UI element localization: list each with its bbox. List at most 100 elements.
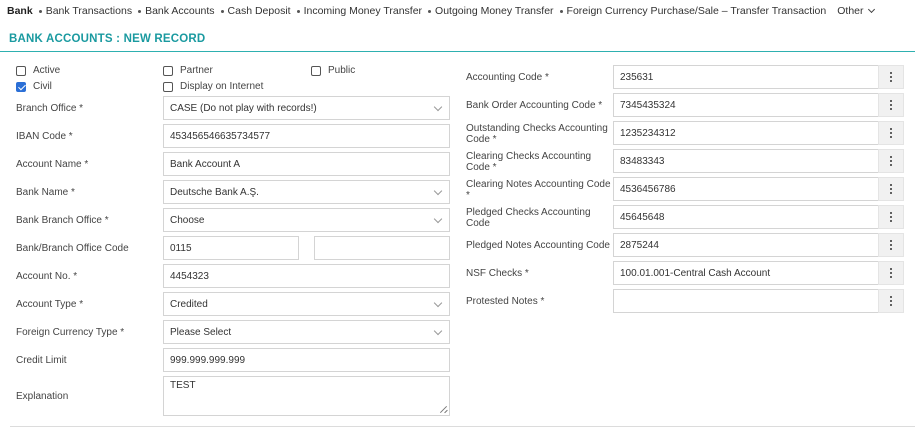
display-on-internet-checkbox[interactable]: Display on Internet <box>163 81 263 92</box>
accounting-code-more-icon[interactable] <box>878 65 904 89</box>
outstanding-checks-more-icon[interactable] <box>878 121 904 145</box>
civil-checkbox[interactable]: Civil <box>16 81 52 92</box>
partner-label: Partner <box>180 65 213 76</box>
iban-code-input[interactable]: 453456546635734577 <box>163 124 450 148</box>
nav-bank[interactable]: Bank <box>7 5 33 17</box>
accounting-code-input[interactable]: 235631 <box>613 65 879 89</box>
protested-notes-more-icon[interactable] <box>878 289 904 313</box>
nav-other-menu[interactable]: Other <box>837 5 875 17</box>
nav-cash-deposit[interactable]: Cash Deposit <box>228 5 291 17</box>
clearing-notes-value: 4536456786 <box>620 183 676 195</box>
public-label: Public <box>328 65 356 76</box>
resize-handle-icon[interactable] <box>440 406 447 413</box>
bank-branch-office-select[interactable]: Choose <box>163 208 450 232</box>
nav-separator-dot <box>38 9 42 13</box>
account-no-value: 4454323 <box>170 270 209 282</box>
iban-code-label: IBAN Code * <box>16 131 73 142</box>
account-no-input[interactable]: 4454323 <box>163 264 450 288</box>
nav-incoming-money-transfer[interactable]: Incoming Money Transfer <box>304 5 422 17</box>
bank-order-code-value: 7345435324 <box>620 99 676 111</box>
outstanding-checks-label-line2: Code * <box>466 134 497 145</box>
clearing-notes-label-line1: Clearing Notes Accounting Code <box>466 179 611 190</box>
outstanding-checks-value: 1235234312 <box>620 127 676 139</box>
bank-order-code-input[interactable]: 7345435324 <box>613 93 879 117</box>
display-on-internet-label: Display on Internet <box>180 81 264 92</box>
clearing-checks-value: 83483343 <box>620 155 665 167</box>
active-label: Active <box>33 65 61 76</box>
pledged-checks-label-line1: Pledged Checks Accounting <box>466 207 591 218</box>
top-navigation: Bank Bank Transactions Bank Accounts Cas… <box>0 0 915 22</box>
foreign-currency-type-select[interactable]: Please Select <box>163 320 450 344</box>
account-name-value: Bank Account A <box>170 158 241 170</box>
account-name-input[interactable]: Bank Account A <box>163 152 450 176</box>
account-type-value: Credited <box>170 298 208 310</box>
accounting-code-value: 235631 <box>620 71 654 83</box>
clearing-notes-more-icon[interactable] <box>878 177 904 201</box>
credit-limit-label: Credit Limit <box>16 355 67 366</box>
branch-office-code-input[interactable] <box>314 236 450 260</box>
bank-order-code-more-icon[interactable] <box>878 93 904 117</box>
account-name-label: Account Name * <box>16 159 89 170</box>
nsf-checks-more-icon[interactable] <box>878 261 904 285</box>
iban-code-value: 453456546635734577 <box>170 130 271 142</box>
checkbox-box <box>163 65 173 76</box>
foreign-currency-type-label: Foreign Currency Type * <box>16 327 125 338</box>
nsf-checks-value: 100.01.001-Central Cash Account <box>620 267 771 279</box>
bank-name-value: Deutsche Bank A.Ş. <box>170 186 259 198</box>
account-type-select[interactable]: Credited <box>163 292 450 316</box>
pledged-checks-input[interactable]: 45645648 <box>613 205 879 229</box>
nav-bank-transactions[interactable]: Bank Transactions <box>46 5 132 17</box>
accounting-code-label: Accounting Code * <box>466 72 549 83</box>
protested-notes-label: Protested Notes * <box>466 296 545 307</box>
clearing-checks-more-icon[interactable] <box>878 149 904 173</box>
bank-code-value: 0115 <box>170 242 192 254</box>
pledged-notes-value: 2875244 <box>620 239 659 251</box>
pledged-checks-more-icon[interactable] <box>878 205 904 229</box>
pledged-checks-label-line2: Code <box>466 218 490 229</box>
bank-name-label: Bank Name * <box>16 187 75 198</box>
bank-name-select[interactable]: Deutsche Bank A.Ş. <box>163 180 450 204</box>
form-footer-divider <box>10 426 915 427</box>
bank-branch-office-label: Bank Branch Office * <box>16 215 109 226</box>
partner-checkbox[interactable]: Partner <box>163 65 213 76</box>
branch-office-label: Branch Office * <box>16 103 84 114</box>
pledged-notes-label: Pledged Notes Accounting Code <box>466 240 610 251</box>
clearing-notes-label: Clearing Notes Accounting Code * <box>466 179 611 201</box>
branch-office-select[interactable]: CASE (Do not play with records!) <box>163 96 450 120</box>
clearing-checks-label-line2: Code * <box>466 162 497 173</box>
nsf-checks-input[interactable]: 100.01.001-Central Cash Account <box>613 261 879 285</box>
active-checkbox[interactable]: Active <box>16 65 60 76</box>
pledged-notes-more-icon[interactable] <box>878 233 904 257</box>
chevron-down-icon <box>867 5 875 14</box>
explanation-textarea[interactable]: TEST <box>163 376 450 416</box>
clearing-checks-input[interactable]: 83483343 <box>613 149 879 173</box>
protested-notes-input[interactable] <box>613 289 879 313</box>
nav-separator-dot <box>559 9 563 13</box>
bank-branch-office-value: Choose <box>170 214 205 226</box>
nav-bank-accounts[interactable]: Bank Accounts <box>145 5 214 17</box>
nav-separator-dot <box>220 9 224 13</box>
branch-office-value: CASE (Do not play with records!) <box>170 102 317 114</box>
checkbox-checked-icon <box>16 81 26 92</box>
credit-limit-value: 999.999.999.999 <box>170 354 246 366</box>
checkbox-box <box>16 65 26 76</box>
clearing-notes-input[interactable]: 4536456786 <box>613 177 879 201</box>
nav-separator-dot <box>138 9 142 13</box>
civil-label: Civil <box>33 81 52 92</box>
outstanding-checks-input[interactable]: 1235234312 <box>613 121 879 145</box>
credit-limit-input[interactable]: 999.999.999.999 <box>163 348 450 372</box>
bank-order-code-label: Bank Order Accounting Code * <box>466 100 603 111</box>
nav-foreign-currency-transfer[interactable]: Foreign Currency Purchase/Sale – Transfe… <box>567 5 827 17</box>
page-header: BANK ACCOUNTS : NEW RECORD <box>0 28 915 52</box>
outstanding-checks-label: Outstanding Checks Accounting Code * <box>466 123 608 145</box>
pledged-checks-label: Pledged Checks Accounting Code <box>466 207 591 229</box>
public-checkbox[interactable]: Public <box>311 65 355 76</box>
account-no-label: Account No. * <box>16 271 78 282</box>
outstanding-checks-label-line1: Outstanding Checks Accounting <box>466 123 608 134</box>
pledged-notes-input[interactable]: 2875244 <box>613 233 879 257</box>
bank-code-input[interactable]: 0115 <box>163 236 299 260</box>
account-type-label: Account Type * <box>16 299 84 310</box>
nav-outgoing-money-transfer[interactable]: Outgoing Money Transfer <box>435 5 553 17</box>
page-title: BANK ACCOUNTS : NEW RECORD <box>9 33 206 45</box>
nsf-checks-label: NSF Checks * <box>466 268 529 279</box>
